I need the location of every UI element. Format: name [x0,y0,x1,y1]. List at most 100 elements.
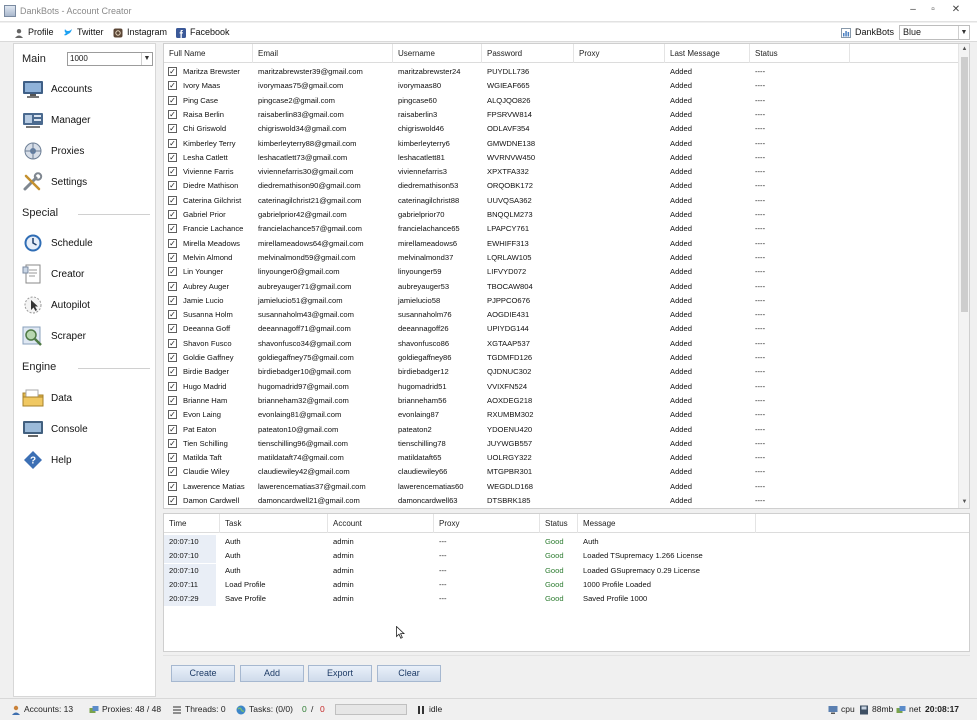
nav-creator[interactable]: Creator [22,262,150,286]
row-checkbox[interactable]: ✓ [168,467,177,477]
nav-scraper[interactable]: Scraper [22,324,150,348]
table-row[interactable]: ✓ Gabriel Prior gabrielprior42@gmail.com ga… [164,208,958,222]
table-row[interactable]: ✓ Chi Griswold chigriswold34@gmail.com chig… [164,122,958,136]
create-button[interactable]: Create [171,665,235,682]
table-row[interactable]: ✓ Ping Case pingcase2@gmail.com pingcase60 A… [164,94,958,108]
table-row[interactable]: ✓ Ivory Maas ivorymaas75@gmail.com ivorymaa… [164,79,958,93]
table-row[interactable]: ✓ Vivienne Farris viviennefarris30@gmail.c… [164,165,958,179]
column-header[interactable]: Password [482,44,574,63]
table-row[interactable]: ✓ Aubrey Auger aubreyauger71@gmail.com aubr… [164,280,958,294]
nav-manager[interactable]: Manager [22,108,150,132]
table-row[interactable]: ✓ Caterina Gilchrist caterinagilchrist21@g… [164,194,958,208]
menu-profile[interactable]: Profile [14,26,54,39]
column-header[interactable]: Proxy [574,44,665,63]
nav-settings[interactable]: Settings [22,170,150,194]
menu-facebook[interactable]: Facebook [176,26,230,39]
table-row[interactable]: ✓ Goldie Gaffney goldiegaffney75@gmail.com… [164,351,958,365]
table-row[interactable]: ✓ Pat Eaton pateaton10@gmail.com pateaton2 Y… [164,423,958,437]
table-row[interactable]: ✓ Tien Schilling tienschilling96@gmail.com… [164,437,958,451]
table-row[interactable]: ✓ Deeanna Goff deeannagoff71@gmail.com deea… [164,322,958,336]
row-checkbox[interactable]: ✓ [168,424,177,434]
row-checkbox[interactable]: ✓ [168,481,177,491]
nav-accounts[interactable]: Accounts [22,77,150,101]
nav-autopilot[interactable]: Autopilot [22,293,150,317]
log-row[interactable]: 20:07:29 Save Profile admin --- Good Saved Pr… [164,592,969,607]
theme-select[interactable]: Blue ▼ [899,25,970,40]
row-checkbox[interactable]: ✓ [168,138,177,148]
log-row[interactable]: 20:07:11 Load Profile admin --- Good 1000 Pro… [164,577,969,592]
log-column-header[interactable]: Status [540,514,578,533]
nav-schedule[interactable]: Schedule [22,231,150,255]
nav-proxies[interactable]: Proxies [22,139,150,163]
row-checkbox[interactable]: ✓ [168,109,177,119]
scroll-up-icon[interactable]: ▲ [959,44,969,55]
log-column-header[interactable]: Proxy [434,514,540,533]
row-checkbox[interactable]: ✓ [168,252,177,262]
table-row[interactable]: ✓ Damon Cardwell damoncardwell21@gmail.com… [164,494,958,508]
row-checkbox[interactable]: ✓ [168,152,177,162]
table-row[interactable]: ✓ Mirella Meadows mirellameadows64@gmail.c… [164,237,958,251]
row-checkbox[interactable]: ✓ [168,181,177,191]
table-row[interactable]: ✓ Shavon Fusco shavonfusco34@gmail.com shav… [164,337,958,351]
table-row[interactable]: ✓ Birdie Badger birdiebadger10@gmail.com bi… [164,365,958,379]
table-row[interactable]: ✓ Evon Laing evonlaing81@gmail.com evonlain… [164,408,958,422]
scroll-thumb[interactable] [961,57,968,312]
table-row[interactable]: ✓ Lin Younger linyounger0@gmail.com linyoun… [164,265,958,279]
table-row[interactable]: ✓ Raisa Berlin raisaberlin83@gmail.com rais… [164,108,958,122]
row-checkbox[interactable]: ✓ [168,453,177,463]
table-row[interactable]: ✓ Lesha Catlett leshacatlett73@gmail.com le… [164,151,958,165]
nav-console[interactable]: Console [22,417,150,441]
row-checkbox[interactable]: ✓ [168,67,177,76]
column-header[interactable]: Email [253,44,393,63]
row-checkbox[interactable]: ✓ [168,324,177,334]
row-checkbox[interactable]: ✓ [168,238,177,248]
log-column-header[interactable]: Time [164,514,220,533]
close-button[interactable]: ✕ [948,3,964,17]
table-row[interactable]: ✓ Claudie Wiley claudiewiley42@gmail.com cl… [164,465,958,479]
profile-select[interactable]: 1000 ▼ [67,52,153,66]
column-header[interactable]: Status [750,44,850,63]
row-checkbox[interactable]: ✓ [168,496,177,505]
menu-instagram[interactable]: Instagram [113,26,167,39]
table-row[interactable]: ✓ Maritza Brewster maritzabrewster39@gmail… [164,65,958,79]
table-row[interactable]: ✓ Jamie Lucio jamielucio51@gmail.com jamiel… [164,294,958,308]
row-checkbox[interactable]: ✓ [168,367,177,377]
export-button[interactable]: Export [308,665,372,682]
row-checkbox[interactable]: ✓ [168,281,177,291]
row-checkbox[interactable]: ✓ [168,81,177,91]
nav-data[interactable]: Data [22,386,150,410]
menu-twitter[interactable]: Twitter [63,26,104,39]
row-checkbox[interactable]: ✓ [168,410,177,420]
log-column-header[interactable]: Message [578,514,756,533]
row-checkbox[interactable]: ✓ [168,381,177,391]
clear-button[interactable]: Clear [377,665,441,682]
table-row[interactable]: ✓ Diedre Mathison diedremathison90@gmail.c… [164,179,958,193]
row-checkbox[interactable]: ✓ [168,167,177,177]
log-row[interactable]: 20:07:10 Auth admin --- Good Auth [164,535,969,549]
table-row[interactable]: ✓ Melvin Almond melvinalmond59@gmail.com me… [164,251,958,265]
vertical-scrollbar[interactable]: ▲ ▼ [958,44,969,508]
row-checkbox[interactable]: ✓ [168,267,177,277]
row-checkbox[interactable]: ✓ [168,310,177,320]
row-checkbox[interactable]: ✓ [168,124,177,134]
restore-button[interactable]: ▫ [925,3,941,17]
table-row[interactable]: ✓ Matilda Taft matildataft74@gmail.com mati… [164,451,958,465]
table-row[interactable]: ✓ Kimberley Terry kimberleyterry88@gmail.c… [164,137,958,151]
log-column-header[interactable]: Account [328,514,434,533]
log-column-header[interactable]: Task [220,514,328,533]
column-header[interactable]: Full Name [164,44,253,63]
table-row[interactable]: ✓ Susanna Holm susannaholm43@gmail.com susa… [164,308,958,322]
row-checkbox[interactable]: ✓ [168,438,177,448]
column-header[interactable]: Last Message [665,44,750,63]
row-checkbox[interactable]: ✓ [168,395,177,405]
nav-help[interactable]: ? Help [22,448,150,472]
row-checkbox[interactable]: ✓ [168,210,177,219]
row-checkbox[interactable]: ✓ [168,338,177,348]
log-row[interactable]: 20:07:10 Auth admin --- Good Loaded GSupremac… [164,563,969,578]
column-header[interactable]: Username [393,44,482,63]
row-checkbox[interactable]: ✓ [168,353,177,362]
add-button[interactable]: Add [240,665,304,682]
log-row[interactable]: 20:07:10 Auth admin --- Good Loaded TSupremac… [164,549,969,564]
minimize-button[interactable]: – [905,3,921,17]
table-row[interactable]: ✓ Brianne Ham brianneham32@gmail.com briann… [164,394,958,408]
